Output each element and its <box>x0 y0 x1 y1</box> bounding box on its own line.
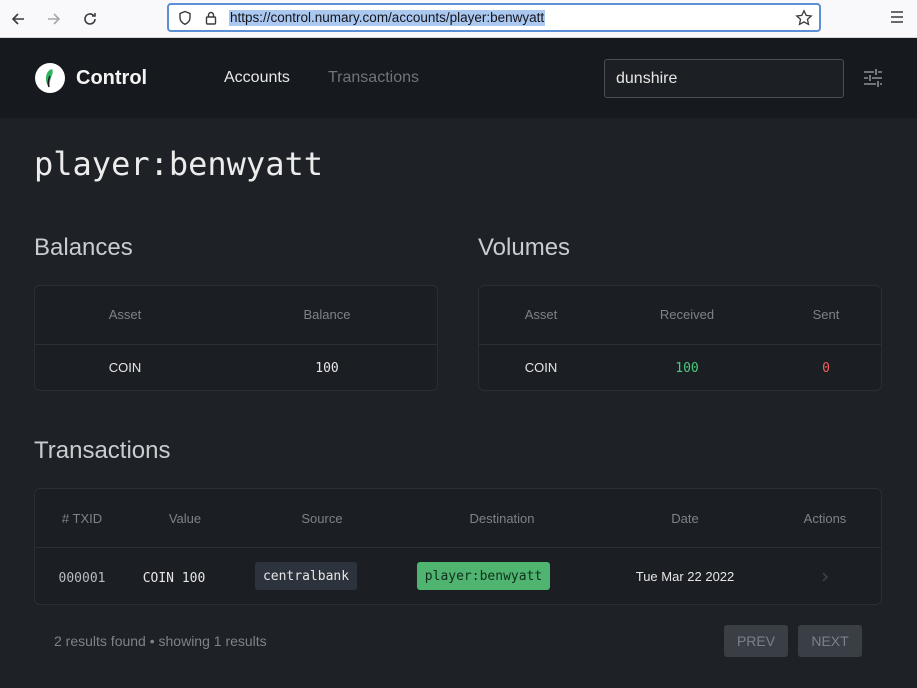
transactions-table: # TXID Value Source Destination Date Act… <box>34 488 882 605</box>
volumes-header-sent: Sent <box>812 307 840 322</box>
nav-accounts[interactable]: Accounts <box>224 69 290 87</box>
volumes-cell-asset: COIN <box>524 360 558 375</box>
nav-transactions[interactable]: Transactions <box>328 69 419 87</box>
back-icon[interactable] <box>7 8 29 30</box>
prev-button[interactable]: PREV <box>724 625 788 657</box>
balances-title: Balances <box>34 234 133 261</box>
browser-toolbar: https://control.numary.com/accounts/play… <box>0 0 917 38</box>
volumes-table: Asset Received Sent COIN 100 0 <box>478 285 882 391</box>
transactions-title: Transactions <box>34 437 171 464</box>
tx-cell-txid[interactable]: 000001 <box>51 571 113 586</box>
divider <box>35 344 437 345</box>
volumes-cell-received: 100 <box>675 361 699 376</box>
balances-cell-asset: COIN <box>108 360 142 375</box>
tx-header-date: Date <box>671 511 699 526</box>
search-input[interactable] <box>604 59 844 98</box>
chevron-right-icon[interactable] <box>819 570 831 588</box>
volumes-header-asset: Asset <box>524 307 558 322</box>
volumes-header-received: Received <box>659 307 715 322</box>
volumes-title: Volumes <box>478 234 571 261</box>
shield-icon[interactable] <box>177 10 193 31</box>
balances-header-asset: Asset <box>108 307 142 322</box>
tx-header-source: Source <box>301 511 343 526</box>
lock-icon[interactable] <box>203 10 219 31</box>
reload-icon[interactable] <box>79 8 101 30</box>
tx-cell-date: Tue Mar 22 2022 <box>635 569 735 584</box>
balances-table: Asset Balance COIN 100 <box>34 285 438 391</box>
next-button[interactable]: NEXT <box>798 625 862 657</box>
bookmark-star-icon[interactable] <box>795 9 813 32</box>
divider <box>35 547 881 548</box>
tx-header-txid: # TXID <box>61 511 103 526</box>
hamburger-menu-icon[interactable] <box>888 8 906 31</box>
page-title: player:benwyatt <box>34 145 323 183</box>
logo-text[interactable]: Control <box>76 67 147 90</box>
address-bar[interactable]: https://control.numary.com/accounts/play… <box>167 3 821 32</box>
results-summary: 2 results found • showing 1 results <box>54 633 267 649</box>
forward-icon[interactable] <box>43 8 65 30</box>
tx-source-tag[interactable]: centralbank <box>255 562 357 590</box>
app-header: Control Accounts Transactions <box>0 38 917 118</box>
sliders-icon[interactable] <box>863 68 883 93</box>
divider <box>479 344 881 345</box>
balances-cell-balance: 100 <box>315 361 339 376</box>
tx-destination-tag[interactable]: player:benwyatt <box>417 562 550 590</box>
balances-header-balance: Balance <box>303 307 351 322</box>
tx-cell-value: COIN 100 <box>142 571 206 586</box>
tx-header-destination: Destination <box>469 511 535 526</box>
logo-icon[interactable] <box>35 63 65 93</box>
volumes-cell-sent: 0 <box>822 361 830 376</box>
tx-header-actions: Actions <box>803 511 847 526</box>
url-text[interactable]: https://control.numary.com/accounts/play… <box>229 10 546 26</box>
tx-header-value: Value <box>168 511 202 526</box>
